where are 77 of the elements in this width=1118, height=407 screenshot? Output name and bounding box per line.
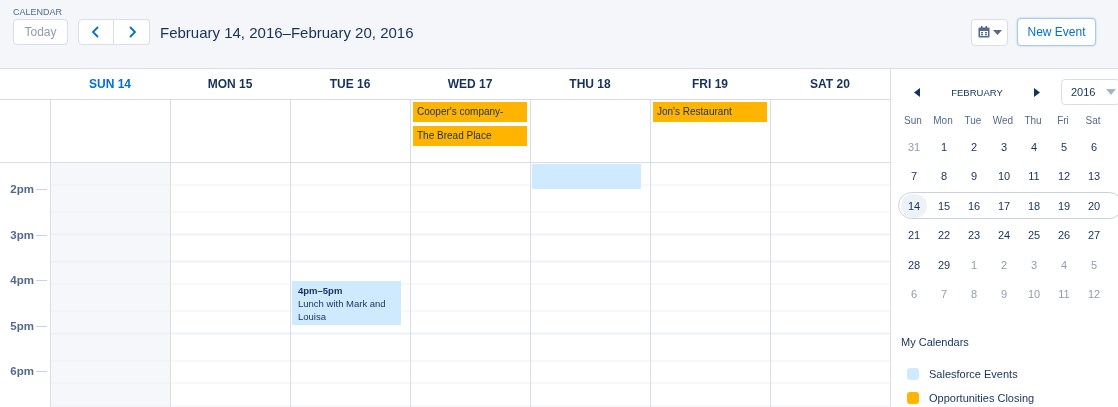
date-range-title: February 14, 2016–February 20, 2016 xyxy=(160,23,414,41)
date-cell[interactable]: 17 xyxy=(989,193,1019,218)
date-cell[interactable]: 1 xyxy=(929,134,959,159)
year-select[interactable]: 2016 xyxy=(1061,79,1118,105)
week-row[interactable]: 28 29 1 2 3 4 5 xyxy=(898,250,1118,280)
calendar-name[interactable]: Opportunities Closing xyxy=(929,391,1035,404)
date-cell[interactable]: 9 xyxy=(959,164,989,189)
caret-down-icon xyxy=(992,29,1002,35)
date-cell[interactable]: 24 xyxy=(989,223,1019,248)
weekday-label: Sun xyxy=(903,114,923,126)
year-value: 2016 xyxy=(1071,86,1096,98)
day-header: WED 17 xyxy=(446,76,494,93)
triangle-left-icon xyxy=(914,87,920,97)
date-cell[interactable]: 29 xyxy=(929,252,959,277)
calendar-view-button[interactable] xyxy=(971,18,1008,46)
date-cell[interactable]: 15 xyxy=(929,193,959,218)
date-cell[interactable]: 11 xyxy=(1019,164,1049,189)
calendar-event[interactable]: 4pm–5pm Lunch with Mark and Louisa xyxy=(292,280,401,326)
date-cell[interactable]: 21 xyxy=(899,223,929,248)
date-cell[interactable]: 8 xyxy=(929,164,959,189)
date-cell[interactable]: 3 xyxy=(989,134,1019,159)
day-header: MON 15 xyxy=(206,76,254,93)
weekday-label: Thu xyxy=(1023,114,1043,126)
triangle-right-icon xyxy=(1034,87,1040,97)
date-cell[interactable]: 19 xyxy=(1049,193,1079,218)
date-cell[interactable]: 23 xyxy=(959,223,989,248)
week-row[interactable]: 21 22 23 24 25 26 27 xyxy=(898,220,1118,250)
date-cell[interactable]: 6 xyxy=(1079,134,1109,159)
date-cell[interactable]: 26 xyxy=(1049,223,1079,248)
caret-down-icon xyxy=(1106,89,1116,95)
month-label: FEBRUARY xyxy=(950,86,1004,98)
hour-label: 2pm xyxy=(9,182,35,197)
day-header: THU 18 xyxy=(568,76,612,93)
week-row[interactable]: 31 1 2 3 4 5 6 xyxy=(898,132,1118,162)
event-time: 4pm–5pm xyxy=(298,283,344,297)
section-title: My Calendars xyxy=(901,336,970,348)
weekday-label: Wed xyxy=(991,114,1015,126)
hour-label: 5pm xyxy=(9,318,35,334)
calendar-name[interactable]: Salesforce Events xyxy=(929,367,1018,380)
hour-label: 4pm xyxy=(9,273,35,288)
date-cell[interactable]: 14 xyxy=(901,193,927,218)
weekday-label: Fri xyxy=(1056,114,1070,126)
chevron-right-icon xyxy=(126,26,137,38)
day-header: SAT 20 xyxy=(809,76,851,93)
next-button[interactable] xyxy=(114,19,150,45)
day-header: FRI 19 xyxy=(691,76,729,93)
weekday-label: Tue xyxy=(963,114,983,126)
all-day-event[interactable]: Jon's Restaurant xyxy=(653,102,767,122)
hour-label: 3pm xyxy=(9,227,35,243)
date-cell[interactable]: 22 xyxy=(929,223,959,248)
date-cell[interactable]: 27 xyxy=(1079,223,1109,248)
date-cell[interactable]: 5 xyxy=(1049,134,1079,159)
week-row[interactable]: 7 8 9 10 11 12 13 xyxy=(898,161,1118,191)
calendar-icon xyxy=(977,26,990,38)
date-cell[interactable]: 12 xyxy=(1049,164,1079,189)
date-cell[interactable]: 13 xyxy=(1079,164,1109,189)
all-day-event[interactable]: The Bread Place xyxy=(413,126,527,146)
date-cell[interactable]: 7 xyxy=(899,164,929,189)
chevron-left-icon xyxy=(91,26,101,38)
date-cell[interactable]: 16 xyxy=(959,193,989,218)
all-day-event[interactable]: Cooper's company- xyxy=(413,102,527,122)
weekday-label: Sat xyxy=(1084,114,1102,126)
date-cell[interactable]: 10 xyxy=(989,164,1019,189)
event-title: Lunch with Mark and Louisa xyxy=(298,296,387,323)
new-event-button[interactable]: New Event xyxy=(1017,18,1096,46)
date-cell[interactable]: 25 xyxy=(1019,223,1049,248)
day-header: SUN 14 xyxy=(88,76,132,93)
page-label: CALENDAR xyxy=(13,6,63,19)
previous-button[interactable] xyxy=(78,19,114,45)
date-cell[interactable]: 28 xyxy=(899,252,929,277)
day-header: TUE 16 xyxy=(328,76,372,93)
weekday-label: Mon xyxy=(932,114,954,126)
date-cell[interactable]: 4 xyxy=(1019,134,1049,159)
hour-label: 6pm xyxy=(9,364,35,379)
date-cell[interactable]: 18 xyxy=(1019,193,1049,218)
date-cell[interactable]: 20 xyxy=(1079,193,1109,218)
date-cell[interactable]: 2 xyxy=(959,134,989,159)
